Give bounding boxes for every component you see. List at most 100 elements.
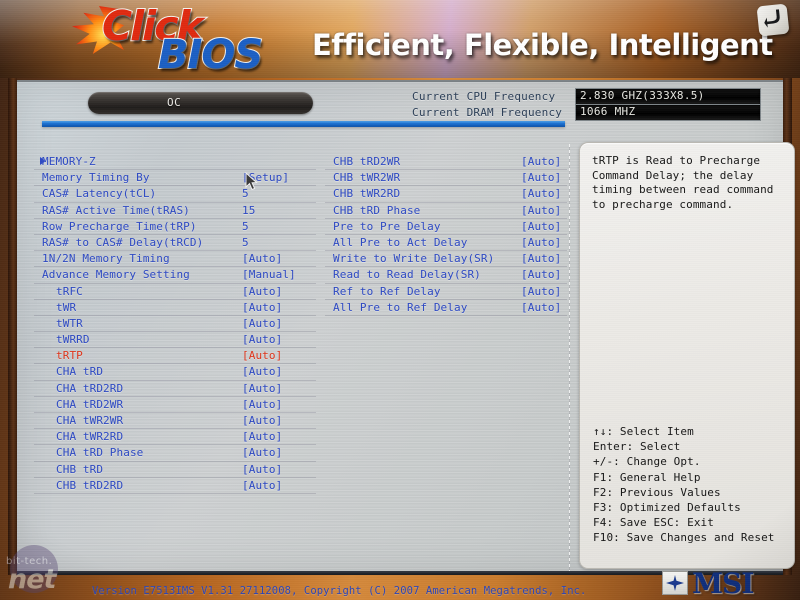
setting-row[interactable]: tWRRD [Auto] — [34, 332, 316, 349]
setting-row[interactable]: Read to Read Delay(SR) [Auto] — [325, 267, 567, 284]
setting-row[interactable]: 1N/2N Memory Timing [Auto] — [34, 251, 316, 268]
setting-value[interactable]: [Auto] — [242, 349, 282, 362]
setting-value[interactable]: [Auto] — [242, 252, 282, 265]
main-panel: OC Current CPU Frequency 2.830 GHZ(333X8… — [17, 80, 795, 575]
help-panel: tRTP is Read to Precharge Command Delay;… — [579, 142, 795, 569]
setting-row[interactable]: CHA tRD [Auto] — [34, 364, 316, 381]
msi-emblem-icon — [662, 571, 688, 595]
setting-row[interactable]: CHA tRD2RD [Auto] — [34, 381, 316, 397]
setting-name: RAS# Active Time(tRAS) — [42, 203, 190, 217]
msi-star-glyph — [666, 575, 684, 591]
setting-value[interactable]: [Auto] — [242, 398, 282, 411]
setting-value[interactable]: 5 — [242, 220, 249, 233]
setting-name: CAS# Latency(tCL) — [42, 187, 157, 201]
setting-row[interactable]: CHB tRD2RD [Auto] — [34, 478, 316, 494]
setting-row[interactable]: RAS# to CAS# Delay(tRCD) 5 — [34, 235, 316, 252]
setting-name: CHA tRD2WR — [56, 397, 124, 411]
setting-row[interactable]: CAS# Latency(tCL) 5 — [34, 186, 316, 203]
setting-name: CHA tRD Phase — [56, 446, 144, 460]
setting-row[interactable]: tRFC [Auto] — [34, 284, 316, 300]
setting-value[interactable]: [Auto] — [242, 430, 282, 443]
setting-name: 1N/2N Memory Timing — [42, 252, 170, 266]
setting-name: CHA tRD — [56, 365, 104, 379]
return-arrow-icon[interactable] — [756, 3, 790, 37]
settings-list-left: MEMORY-Z Memory Timing By [Setup] CAS# Late… — [34, 154, 316, 494]
setting-row[interactable]: CHB tRD2WR [Auto] — [325, 154, 567, 171]
setting-name: All Pre to Ref Delay — [333, 300, 468, 314]
setting-row[interactable]: CHA tWR2WR [Auto] — [34, 413, 316, 430]
setting-value[interactable]: [Auto] — [521, 285, 561, 298]
setting-name: All Pre to Act Delay — [333, 235, 468, 249]
setting-value[interactable]: [Auto] — [242, 301, 282, 314]
legend-line: F4: Save ESC: Exit — [593, 516, 715, 530]
setting-value[interactable]: [Auto] — [242, 463, 282, 476]
setting-value[interactable]: [Auto] — [521, 187, 561, 200]
setting-name: CHB tWR2WR — [333, 171, 401, 185]
setting-row[interactable]: Ref to Ref Delay [Auto] — [325, 284, 567, 300]
setting-value[interactable]: [Auto] — [521, 204, 561, 217]
setting-row[interactable]: CHA tRD2WR [Auto] — [34, 397, 316, 413]
setting-name: Advance Memory Setting — [42, 268, 190, 282]
setting-row[interactable]: All Pre to Ref Delay [Auto] — [325, 300, 567, 316]
dram-frequency-label: Current DRAM Frequency — [412, 106, 563, 119]
setting-value[interactable]: 15 — [242, 204, 255, 217]
setting-row[interactable]: Advance Memory Setting [Manual] — [34, 267, 316, 284]
setting-value[interactable]: [Auto] — [242, 285, 282, 298]
setting-value[interactable]: [Manual] — [242, 268, 296, 281]
setting-value[interactable]: [Auto] — [242, 479, 282, 492]
setting-value[interactable]: [Auto] — [521, 220, 561, 233]
setting-row[interactable]: Pre to Pre Delay [Auto] — [325, 219, 567, 235]
setting-name: tWR — [56, 300, 77, 314]
setting-row[interactable]: CHA tWR2RD [Auto] — [34, 429, 316, 446]
setting-value[interactable]: [Auto] — [521, 252, 561, 265]
legend-line: F10: Save Changes and Reset — [593, 531, 775, 545]
setting-value[interactable]: [Auto] — [521, 268, 561, 281]
dram-frequency-row: Current DRAM Frequency 1066 MHZ — [390, 104, 770, 121]
setting-name: tWRRD — [56, 333, 90, 347]
bit-tech-watermark: bit-tech. net — [4, 543, 86, 597]
dram-frequency-box: 1066 MHZ — [575, 104, 761, 121]
setting-name: CHB tRD2RD — [56, 478, 124, 492]
setting-name: Row Precharge Time(tRP) — [42, 219, 197, 233]
cpu-frequency-value: 2.830 GHZ(333X8.5) — [580, 89, 705, 102]
panel-edge-left — [8, 78, 17, 575]
setting-value[interactable]: [Auto] — [242, 317, 282, 330]
watermark-main-text: net — [8, 564, 56, 595]
setting-value[interactable]: [Auto] — [242, 365, 282, 378]
setting-value[interactable]: [Auto] — [521, 155, 561, 168]
setting-name: RAS# to CAS# Delay(tRCD) — [42, 235, 204, 249]
setting-row[interactable]: tWTR [Auto] — [34, 316, 316, 333]
setting-row[interactable]: Memory Timing By [Setup] — [34, 170, 316, 187]
setting-row[interactable]: Row Precharge Time(tRP) 5 — [34, 219, 316, 235]
msi-wordmark: MSI — [692, 567, 754, 600]
logo-bios-text: BIOS — [157, 31, 264, 78]
setting-value[interactable]: [Auto] — [521, 171, 561, 184]
tab-oc[interactable]: OC — [88, 92, 313, 114]
vertical-separator — [569, 144, 570, 574]
setting-value[interactable]: 5 — [242, 236, 249, 249]
setting-value[interactable]: [Auto] — [521, 236, 561, 249]
setting-value[interactable]: [Auto] — [242, 446, 282, 459]
setting-name: Memory Timing By — [42, 171, 150, 185]
setting-row[interactable]: CHB tWR2RD [Auto] — [325, 186, 567, 203]
legend-line: Enter: Select — [593, 440, 681, 454]
setting-row[interactable]: tWR [Auto] — [34, 300, 316, 316]
setting-value[interactable]: [Auto] — [242, 333, 282, 346]
setting-row[interactable]: CHB tRD Phase [Auto] — [325, 203, 567, 219]
help-key-legend: ↑↓: Select Item Enter: Select +/-: Change … — [593, 424, 789, 546]
setting-value[interactable]: [Auto] — [242, 382, 282, 395]
setting-row[interactable]: CHB tRD [Auto] — [34, 462, 316, 478]
setting-row[interactable]: tRTP [Auto] — [34, 348, 316, 365]
setting-row[interactable]: CHB tWR2WR [Auto] — [325, 170, 567, 187]
setting-row[interactable]: All Pre to Act Delay [Auto] — [325, 235, 567, 252]
setting-value[interactable]: [Auto] — [242, 414, 282, 427]
setting-value[interactable]: [Auto] — [521, 301, 561, 314]
setting-name: CHA tRD2RD — [56, 381, 124, 395]
setting-row[interactable]: CHA tRD Phase [Auto] — [34, 445, 316, 462]
return-arrow-glyph — [764, 9, 780, 28]
click-bios-logo: Click BIOS — [72, 1, 322, 78]
setting-row[interactable]: RAS# Active Time(tRAS) 15 — [34, 203, 316, 219]
setting-row[interactable]: Write to Write Delay(SR) [Auto] — [325, 251, 567, 268]
setting-row[interactable]: MEMORY-Z — [34, 154, 316, 171]
header-banner: Click BIOS Efficient, Flexible, Intellig… — [0, 0, 800, 78]
